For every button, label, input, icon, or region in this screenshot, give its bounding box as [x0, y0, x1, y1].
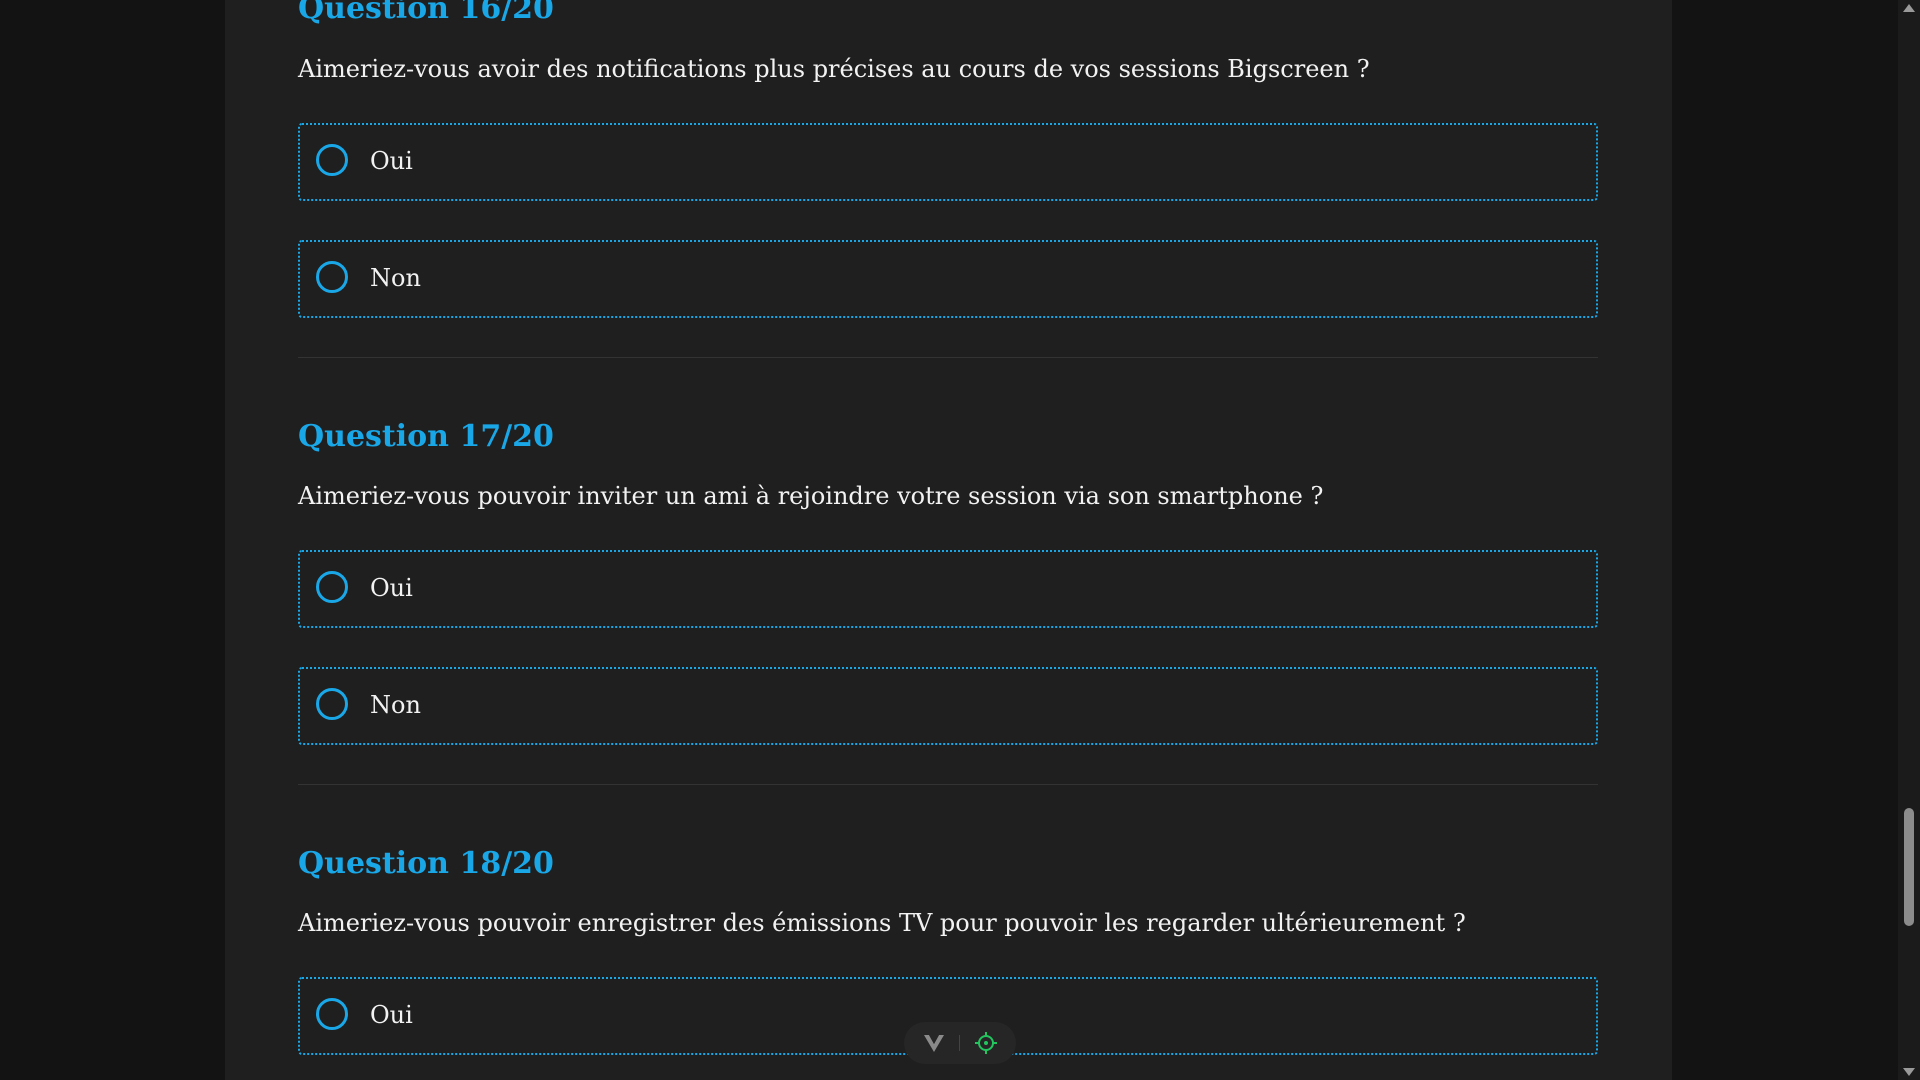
question-title: Question 16/20 — [298, 0, 554, 26]
option-oui[interactable]: Oui — [298, 123, 1598, 201]
target-icon[interactable] — [974, 1031, 998, 1055]
toolbar-separator — [959, 1035, 960, 1051]
question-text: Aimeriez-vous pouvoir enregistrer des ém… — [298, 909, 1466, 937]
question-divider — [298, 784, 1598, 785]
option-label: Non — [370, 264, 421, 292]
vue-logo-icon[interactable] — [922, 1031, 946, 1055]
radio-button[interactable] — [316, 688, 348, 720]
radio-button[interactable] — [316, 998, 348, 1030]
question-text: Aimeriez-vous pouvoir inviter un ami à r… — [298, 482, 1324, 510]
scrollbar-thumb[interactable] — [1904, 808, 1914, 926]
question-title: Question 17/20 — [298, 419, 554, 454]
question-text: Aimeriez-vous avoir des notifications pl… — [298, 55, 1370, 83]
option-non[interactable]: Non — [298, 667, 1598, 745]
question-title: Question 18/20 — [298, 846, 554, 881]
scroll-up-arrow-icon[interactable] — [1903, 4, 1915, 12]
radio-button[interactable] — [316, 144, 348, 176]
option-label: Oui — [370, 1001, 413, 1029]
option-label: Oui — [370, 574, 413, 602]
option-label: Non — [370, 691, 421, 719]
option-oui[interactable]: Oui — [298, 550, 1598, 628]
scroll-down-arrow-icon[interactable] — [1903, 1068, 1915, 1076]
floating-toolbar — [904, 1022, 1016, 1064]
radio-button[interactable] — [316, 261, 348, 293]
option-non[interactable]: Non — [298, 240, 1598, 318]
page-viewport: Question 16/20 Aimeriez-vous avoir des n… — [0, 0, 1898, 1080]
radio-button[interactable] — [316, 571, 348, 603]
vertical-scrollbar[interactable] — [1898, 0, 1920, 1080]
option-label: Oui — [370, 147, 413, 175]
question-divider — [298, 357, 1598, 358]
